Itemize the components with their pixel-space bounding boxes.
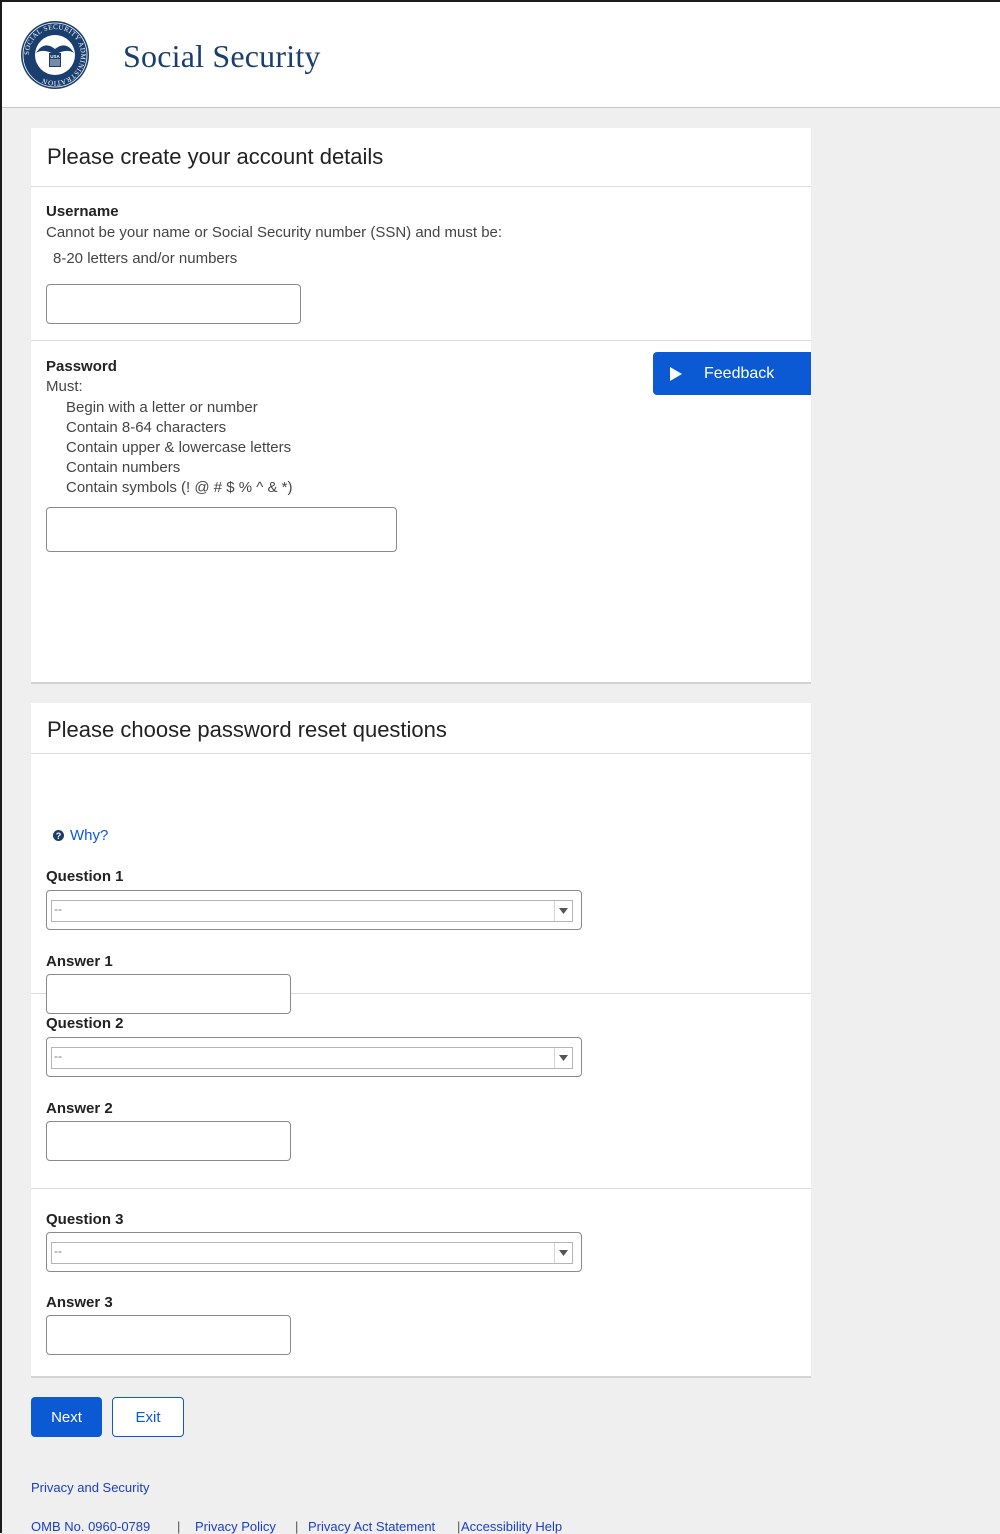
account-details-card: Please create your account details Usern… bbox=[31, 128, 811, 684]
username-section: Username Cannot be your name or Social S… bbox=[31, 187, 811, 341]
question-group-1: ? Why? Question 1 -- Answer 1 bbox=[31, 754, 811, 1014]
password-input[interactable] bbox=[46, 507, 397, 552]
answer-1-label: Answer 1 bbox=[46, 953, 113, 970]
play-icon bbox=[670, 366, 682, 381]
footer-separator: | bbox=[295, 1519, 299, 1534]
chevron-down-icon[interactable] bbox=[554, 1048, 572, 1068]
question-1-select[interactable]: -- bbox=[46, 890, 582, 930]
help-question-icon: ? bbox=[53, 830, 64, 841]
password-rule: Contain numbers bbox=[66, 459, 181, 476]
question-2-select[interactable]: -- bbox=[46, 1037, 582, 1077]
privacy-act-statement-link[interactable]: Privacy Act Statement bbox=[308, 1519, 435, 1534]
question-1-label: Question 1 bbox=[46, 868, 124, 885]
username-rule: 8-20 letters and/or numbers bbox=[53, 250, 238, 267]
question-3-selected-value: -- bbox=[54, 1244, 62, 1258]
chevron-down-icon[interactable] bbox=[554, 901, 572, 921]
question-3-label: Question 3 bbox=[46, 1211, 124, 1228]
question-1-selected-value: -- bbox=[54, 902, 62, 916]
ssa-seal-logo[interactable]: SOCIAL SECURITY ADMINISTRATION USA bbox=[20, 20, 90, 90]
why-link[interactable]: ? Why? bbox=[53, 827, 108, 844]
answer-3-input[interactable] bbox=[46, 1315, 291, 1355]
password-rule: Contain upper & lowercase letters bbox=[66, 439, 292, 456]
password-rule: Contain symbols (! @ # $ % ^ & *) bbox=[66, 479, 293, 496]
question-group-2: Question 2 -- Answer 2 bbox=[31, 994, 811, 1189]
answer-3-label: Answer 3 bbox=[46, 1294, 113, 1311]
chevron-down-icon[interactable] bbox=[554, 1243, 572, 1263]
omb-number: OMB No. 0960-0789 bbox=[31, 1519, 151, 1534]
why-link-label: Why? bbox=[70, 827, 109, 844]
question-group-3: Question 3 -- Answer 3 bbox=[31, 1189, 811, 1377]
footer-separator: | bbox=[177, 1519, 181, 1534]
site-brand-title: Social Security bbox=[123, 38, 321, 74]
password-rule: Contain 8-64 characters bbox=[66, 419, 227, 436]
password-rule: Begin with a letter or number bbox=[66, 399, 258, 416]
privacy-policy-link[interactable]: Privacy Policy bbox=[195, 1519, 276, 1534]
question-2-selected-value: -- bbox=[54, 1049, 62, 1063]
password-must-label: Must: bbox=[46, 378, 83, 395]
exit-button[interactable]: Exit bbox=[112, 1397, 184, 1437]
feedback-button[interactable]: Feedback bbox=[653, 352, 811, 395]
username-input[interactable] bbox=[46, 284, 301, 324]
privacy-security-link[interactable]: Privacy and Security bbox=[31, 1480, 150, 1495]
feedback-label: Feedback bbox=[704, 364, 775, 382]
site-header: SOCIAL SECURITY ADMINISTRATION USA Socia… bbox=[2, 2, 1000, 108]
answer-2-input[interactable] bbox=[46, 1121, 291, 1161]
reset-questions-heading: Please choose password reset questions bbox=[31, 703, 811, 754]
username-label: Username bbox=[46, 203, 119, 220]
svg-text:USA: USA bbox=[50, 54, 60, 59]
accessibility-help-link[interactable]: Accessibility Help bbox=[461, 1519, 562, 1534]
answer-2-label: Answer 2 bbox=[46, 1100, 113, 1117]
next-button[interactable]: Next bbox=[31, 1397, 102, 1437]
footer-separator: | bbox=[457, 1519, 461, 1534]
question-2-label: Question 2 bbox=[46, 1015, 124, 1032]
account-details-heading: Please create your account details bbox=[31, 128, 811, 187]
reset-questions-card: Please choose password reset questions ?… bbox=[31, 703, 811, 1378]
password-label: Password bbox=[46, 358, 117, 375]
window-left-border bbox=[0, 0, 2, 1533]
username-description: Cannot be your name or Social Security n… bbox=[46, 224, 503, 241]
question-3-select[interactable]: -- bbox=[46, 1232, 582, 1272]
